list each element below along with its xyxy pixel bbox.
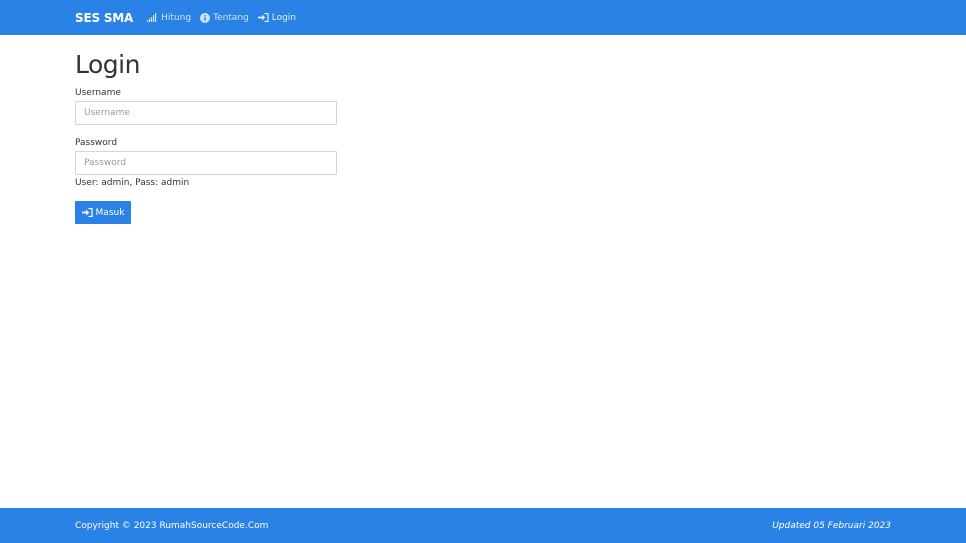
sign-in-icon [257, 13, 269, 22]
password-label: Password [75, 138, 118, 148]
masuk-button[interactable]: Masuk [75, 201, 131, 224]
login-form-container: Login Username Password User: admin, Pas… [75, 50, 337, 224]
page-title: Login [75, 50, 140, 79]
nav-link-hitung[interactable]: Hitung [147, 13, 191, 23]
sign-in-icon [81, 208, 93, 217]
footer: Copyright © 2023 RumahSourceCode.Com Upd… [0, 508, 966, 543]
nav-link-login[interactable]: Login [257, 12, 297, 23]
nav-link-label: Tentang [213, 12, 249, 23]
copyright-text: Copyright © 2023 RumahSourceCode.Com [75, 520, 269, 531]
masuk-button-label: Masuk [95, 207, 125, 218]
brand-link[interactable]: SES SMA [75, 11, 133, 25]
signal-bars-icon [147, 13, 158, 22]
username-label: Username [75, 88, 121, 98]
top-navbar: SES SMA Hitung Tentang Login [0, 0, 966, 35]
updated-date: Updated 05 Februari 2023 [772, 520, 891, 531]
info-circle-icon [200, 12, 211, 23]
nav-link-tentang[interactable]: Tentang [200, 12, 249, 23]
username-input[interactable] [75, 101, 337, 125]
nav-link-label: Hitung [161, 12, 192, 23]
nav-link-label: Login [271, 12, 297, 23]
credentials-hint: User: admin, Pass: admin [75, 178, 190, 188]
password-input[interactable] [75, 151, 337, 175]
